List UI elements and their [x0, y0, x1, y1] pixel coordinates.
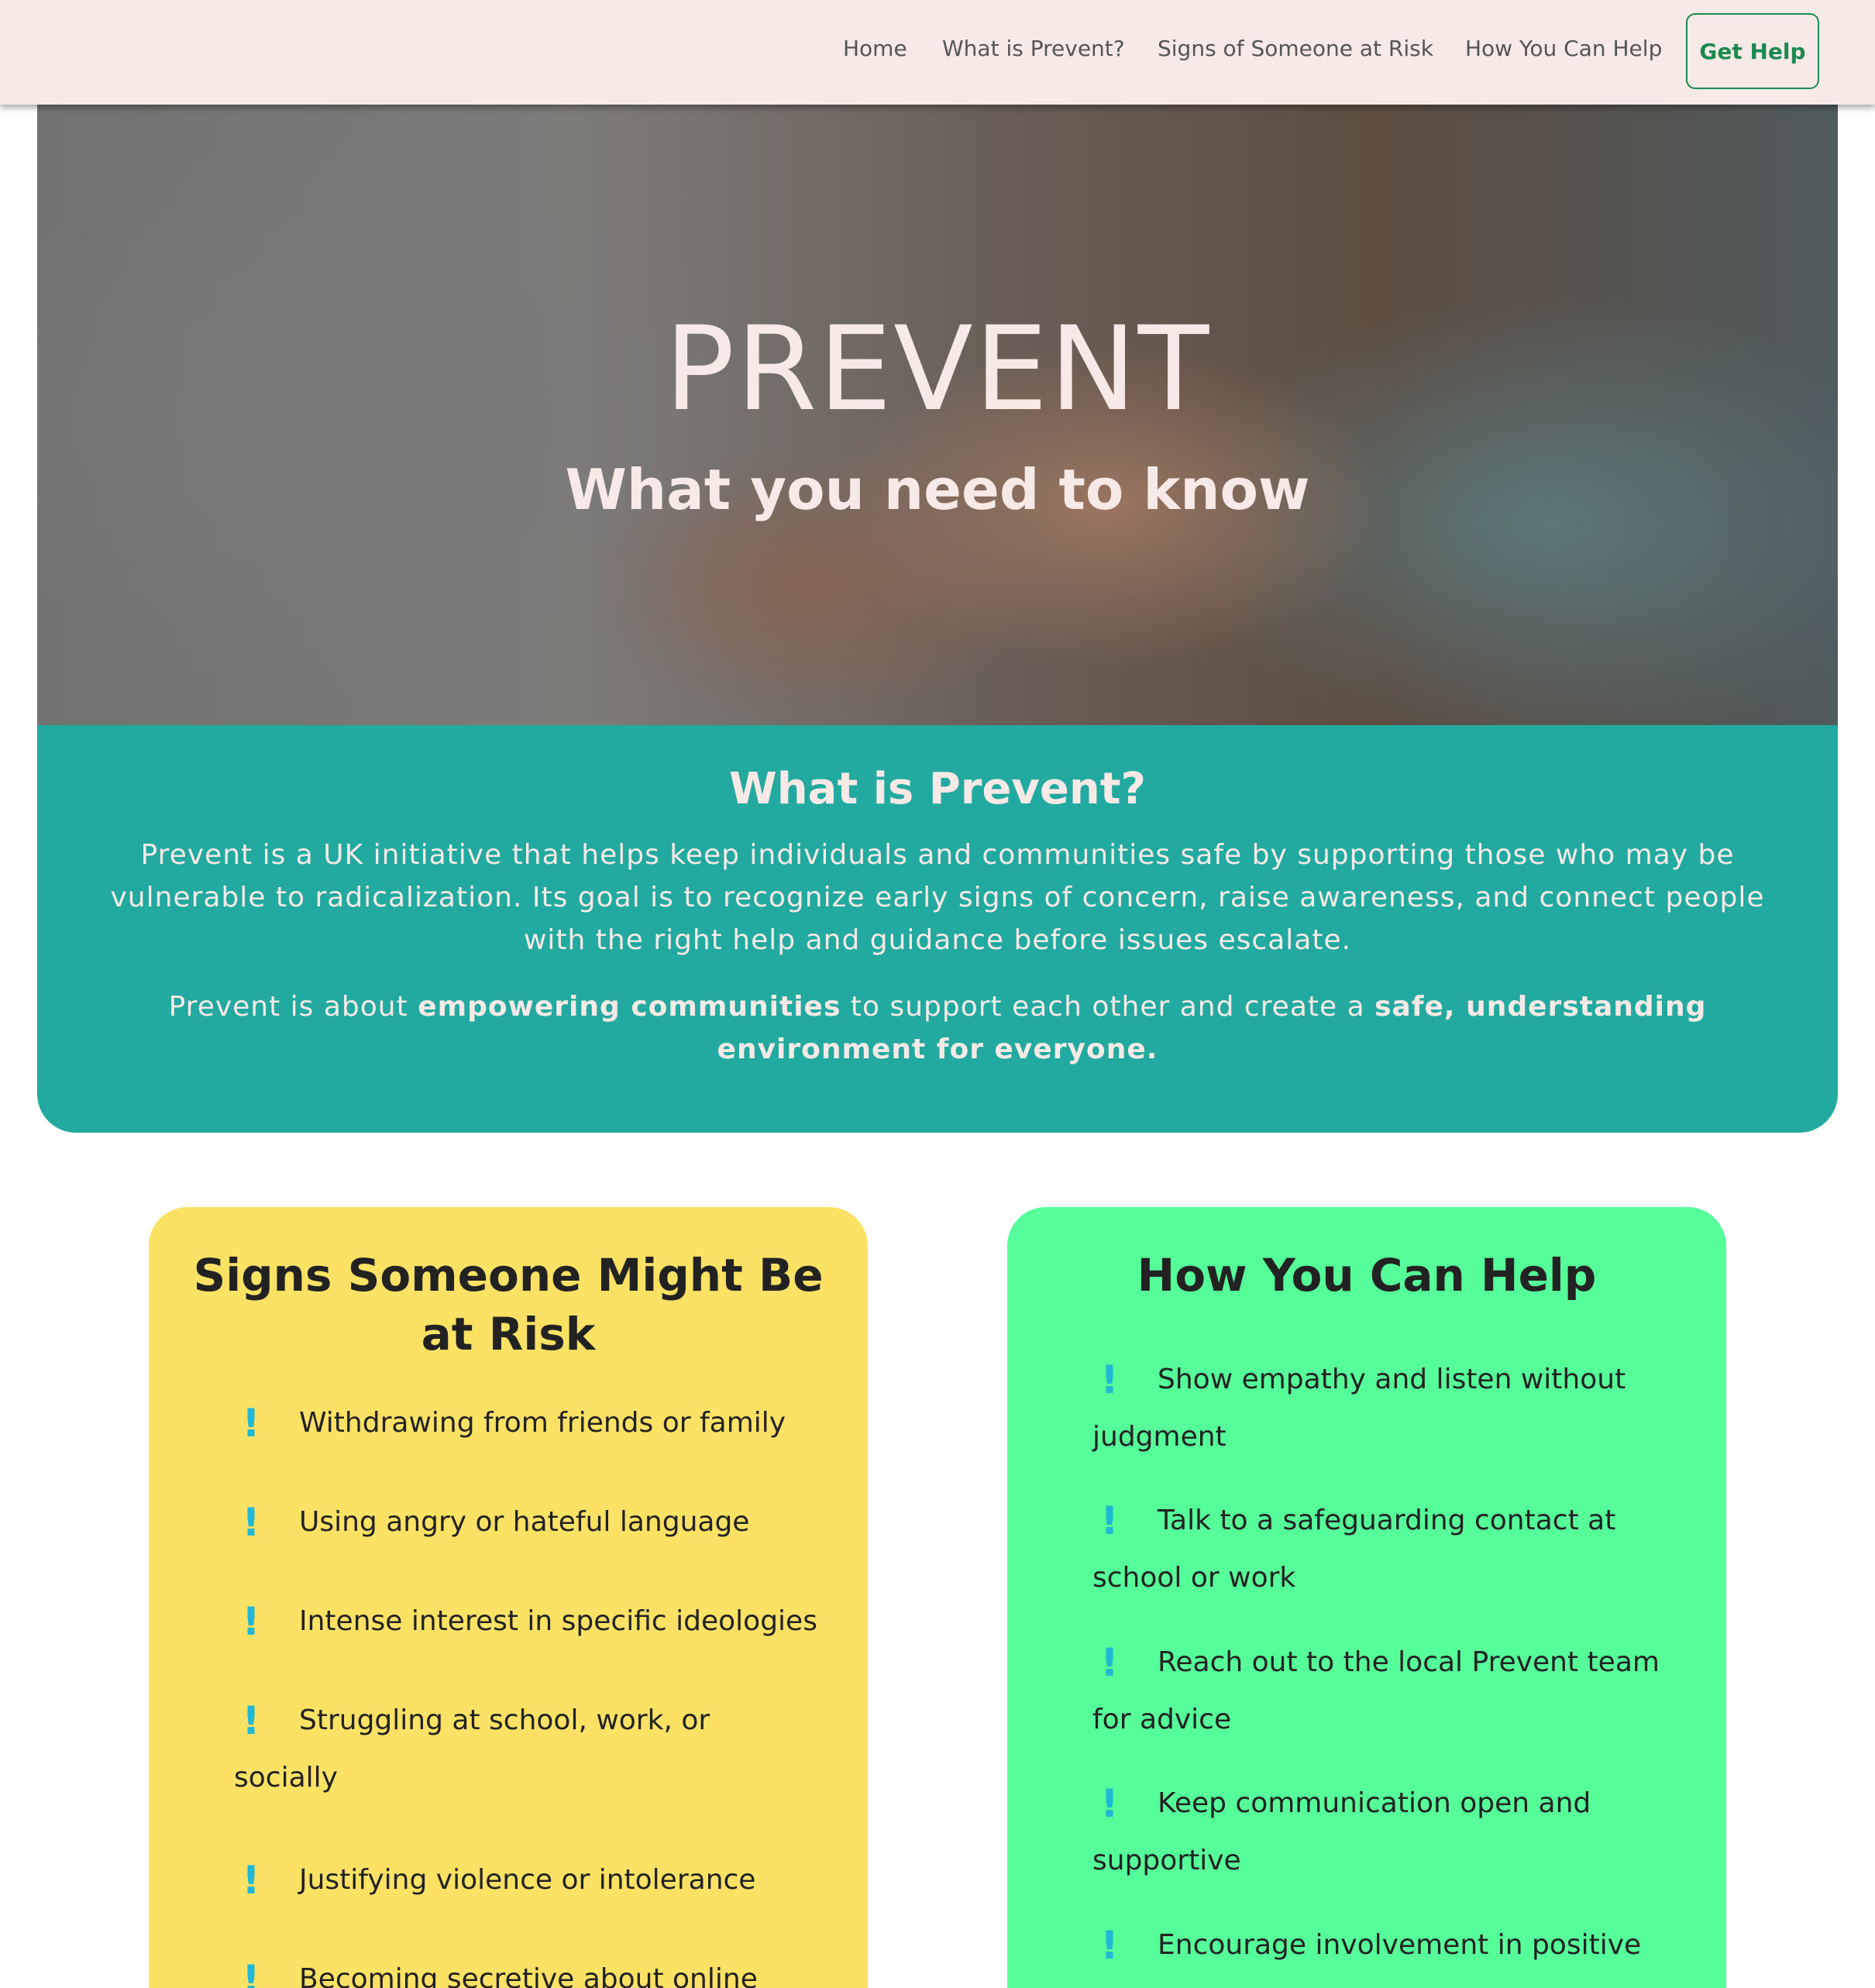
list-item: ! Becoming secretive about online: [234, 1946, 838, 1988]
exclamation-icon: !: [242, 1698, 260, 1743]
list-item: ! Talk to a safeguarding contact at schoo…: [1092, 1488, 1666, 1607]
list-item-text: Show empathy and listen without judgment: [1092, 1364, 1626, 1453]
about-text: to support each other and create a: [841, 991, 1375, 1023]
exclamation-icon: !: [242, 1957, 260, 1988]
list-item: ! Struggling at school, work, or socially: [234, 1687, 730, 1807]
list-item-text: Struggling at school, work, or socially: [234, 1704, 710, 1794]
exclamation-icon: !: [242, 1401, 260, 1446]
about-paragraph: Prevent is a UK initiative that helps ke…: [110, 839, 1765, 956]
list-item-text: Keep communication open and supportive: [1092, 1787, 1591, 1876]
hero-title: PREVENT: [664, 302, 1211, 437]
list-item: ! Using angry or hateful language: [234, 1489, 838, 1551]
section-title: What is Prevent?: [729, 764, 1146, 814]
list-item-text: Becoming secretive about online: [299, 1963, 758, 1988]
exclamation-icon: !: [1100, 1781, 1119, 1826]
signs-card: Signs Someone Might Be at Risk ! Withdraw…: [149, 1207, 868, 1988]
list-item-text: Reach out to the local Prevent team for …: [1092, 1646, 1660, 1735]
about-emphasis: empowering communities: [418, 991, 841, 1023]
list-item: ! Keep communication open and supportive: [1092, 1770, 1666, 1890]
list-item-text: Justifying violence or intolerance: [299, 1864, 756, 1896]
list-item: ! Show empathy and listen without judgmen…: [1092, 1347, 1666, 1466]
list-item: ! Intense interest in specific ideologies: [234, 1588, 838, 1650]
exclamation-icon: !: [242, 1858, 260, 1903]
list-item: ! Reach out to the local Prevent team for…: [1092, 1629, 1666, 1749]
exclamation-icon: !: [242, 1500, 260, 1545]
how-you-can-help-card: How You Can Help ! Show empathy and liste…: [1007, 1207, 1726, 1988]
list-item: ! Withdrawing from friends or family: [234, 1390, 838, 1452]
get-help-button[interactable]: Get Help: [1686, 13, 1819, 89]
card-title: How You Can Help: [1137, 1249, 1597, 1302]
list-item-text: Talk to a safeguarding contact at school…: [1092, 1505, 1616, 1594]
list-item: ! Justifying violence or intolerance: [234, 1847, 838, 1909]
nav-link-home[interactable]: Home: [843, 36, 907, 61]
exclamation-icon: !: [242, 1599, 260, 1644]
exclamation-icon: !: [1100, 1640, 1119, 1685]
hero-banner: PREVENT What you need to know: [37, 105, 1838, 725]
nav-link-signs[interactable]: Signs of Someone at Risk: [1158, 36, 1433, 61]
navbar: Home What is Prevent? Signs of Someone a…: [0, 0, 1875, 105]
hero-subtitle: What you need to know: [565, 457, 1310, 522]
exclamation-icon: !: [1100, 1357, 1119, 1402]
nav-link-what-is-prevent[interactable]: What is Prevent?: [942, 36, 1125, 61]
list-item-text: Intense interest in specific ideologies: [299, 1605, 817, 1637]
exclamation-icon: !: [1100, 1923, 1119, 1968]
list-item-text: Withdrawing from friends or family: [299, 1407, 786, 1439]
list-item: ! Encourage involvement in positive: [1092, 1912, 1666, 1974]
list-item-text: Encourage involvement in positive: [1158, 1929, 1642, 1961]
about-text: Prevent is about: [168, 991, 418, 1023]
what-is-prevent-section: What is Prevent? Prevent is a UK initiat…: [37, 725, 1838, 1133]
nav-link-how-you-can-help[interactable]: How You Can Help: [1465, 36, 1662, 61]
list-item-text: Using angry or hateful language: [299, 1506, 750, 1538]
card-title: Signs Someone Might Be at Risk: [193, 1249, 824, 1360]
exclamation-icon: !: [1100, 1498, 1119, 1543]
about-paragraph-2: Prevent is about empowering communities …: [81, 985, 1794, 1071]
